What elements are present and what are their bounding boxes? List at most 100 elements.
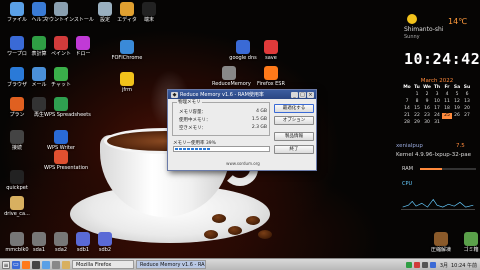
ram-usage-bar [420,168,476,170]
folder-launcher-icon[interactable] [62,260,70,269]
desktop-icon-label: jfrm [122,87,132,93]
show-desktop-icon[interactable]: ▭ [12,260,20,269]
memory-total-label: メモリ容量： [179,110,206,115]
calendar-widget: March 2022 Mo Tu We Th Fr Sa Su 1 2 3 4 5 6 7 8 9 10 11 12… [402,78,472,126]
calendar-day: 29 [414,120,420,125]
calendar-day: 24 [434,113,440,118]
exit-button[interactable]: 終了 [274,145,314,154]
app-icon: ◆ [171,91,178,98]
calendar-weekday-header: Sa [453,85,461,90]
optimize-button[interactable]: 最適化する [274,104,314,113]
system-tray: 3月 10:24 午前 [404,259,477,270]
coffee-bean-image [258,230,272,239]
calendar-weekday-header: We [423,85,431,90]
volume-icon[interactable] [421,262,428,268]
calendar-day: 30 [424,120,430,125]
close-button[interactable]: × [307,91,314,98]
terminal-launcher-icon[interactable] [32,260,40,269]
desktop-icon-wps-writer[interactable]: WPS Writer [44,130,78,151]
input-method-icon[interactable] [429,262,436,268]
desktop-icon-label: WPS Spreadsheets [44,112,91,118]
settings-launcher-icon[interactable] [52,260,60,269]
calendar-day: 18 [444,106,450,111]
weather-temperature: 14℃ [448,17,468,26]
sun-icon [407,14,417,24]
desktop-icon-chrome-app[interactable]: FOFIChrome [110,40,144,61]
menu-icon[interactable]: ≡ [2,260,10,269]
calendar-day: 14 [404,106,410,111]
desktop-icon-draw[interactable]: ドロー [66,36,100,57]
desktop-icon-connect[interactable]: 接続 [0,130,34,151]
calendar-day: 8 [415,99,419,104]
desktop-icon-label: FOFIChrome [111,55,143,61]
desktop-icon-wps-spreadsheets[interactable]: WPS Spreadsheets [44,97,91,118]
desktop-icon-firefox[interactable]: Firefox ESR [254,66,288,87]
calendar-day: 11 [444,99,450,104]
calendar-day: 31 [434,120,440,125]
tray-clock[interactable]: 10:24 午前 [451,262,477,269]
sordum-link[interactable]: www.sordum.org [168,161,318,166]
network-icon[interactable] [405,262,412,268]
memory-free-row: 空きメモリ： 2.3 GB [179,125,267,131]
memory-total-value: 4 GB [256,109,267,114]
window-titlebar[interactable]: ◆ Reduce Memory v1.6 - RAM使用率 _ □ × [168,90,316,99]
weather-condition: Sunny [404,34,420,40]
coffee-bean-image [204,230,218,239]
desktop-icon-label: 接続 [11,145,22,151]
calendar-weekday-header: Th [433,85,441,90]
memory-used-row: 使用中メモリ： 1.5 GB [179,117,267,123]
desktop-icon-usb-drive[interactable]: sdb2 [88,232,122,253]
desktop-icon-chat[interactable]: チャット [44,67,78,88]
calendar-day: 23 [424,113,430,118]
archive-icon [434,232,448,246]
calendar-day [442,120,452,126]
firefox-launcher-icon[interactable] [22,260,30,269]
desktop-icon-trash[interactable]: ゴミ箱 [454,232,480,253]
desktop-icon-label: ゴミ箱 [463,247,479,253]
desktop-icon-wps-presentation[interactable]: WPS Presentation [44,150,88,171]
group-title: 物理メモリ [177,99,202,105]
reduce-memory-icon [222,66,236,80]
desktop-icon-archive[interactable]: 圧縮解凍 [424,232,458,253]
desktop-icon-drive-mount[interactable]: マウントインストール [44,2,94,23]
draw-icon [76,36,90,50]
trash-icon [464,232,478,246]
desktop-icon-drive-folder[interactable]: drive_ca... [0,196,34,217]
maximize-button[interactable]: □ [299,91,306,98]
files-launcher-icon[interactable] [42,260,50,269]
desktop-icon-pacman[interactable]: jfrm [110,72,144,93]
connect-icon [10,130,24,144]
usb-drive-icon [98,232,112,246]
desktop-icon-reduce-memory[interactable]: ReduceMemory [212,66,251,87]
physical-memory-group: 物理メモリ メモリ容量： 4 GB 使用中メモリ： 1.5 GB 空きメモリ： … [172,99,270,136]
calendar-day: 13 [464,99,470,104]
task-firefox[interactable]: Mozilla Firefox [72,260,134,269]
calendar-day: 20 [464,106,470,111]
wps-presentation-icon [54,150,68,164]
distro-version: 7.5 [456,143,465,149]
desktop-icon-terminal[interactable]: 端末 [132,2,166,23]
calendar-day: 19 [454,106,460,111]
calendar-day: 10 [434,99,440,104]
power-icon[interactable] [413,262,420,268]
calendar-day: 12 [454,99,460,104]
calendar-day [402,92,412,98]
calendar-today: 25 [442,113,452,119]
calendar-day: 21 [404,113,410,118]
quickpet-icon [10,170,24,184]
desktop-icon-save[interactable]: save [254,40,288,61]
desktop-icon-label: drive_ca... [4,211,30,217]
drive-folder-icon [10,196,24,210]
desktop-icon-label: ReduceMemory [212,81,251,87]
about-button[interactable]: 製品情報 [274,132,314,141]
desktop-icon-quickpet[interactable]: quickpet [0,170,34,191]
calendar-day: 7 [405,99,409,104]
minimize-button[interactable]: _ [291,91,298,98]
options-button[interactable]: オプション [274,116,314,125]
cpu-usage-graph [401,198,475,210]
calendar-day: 1 [415,92,419,97]
coffee-bean-image [212,214,226,223]
calendar-weekday-header: Su [463,85,471,90]
task-reduce-memory[interactable]: Reduce Memory v1.6 - RA [136,260,206,269]
calendar-grid: Mo Tu We Th Fr Sa Su 1 2 3 4 5 6 7 8 9 10 11 12 13 14 15 16 17 1… [402,85,472,126]
